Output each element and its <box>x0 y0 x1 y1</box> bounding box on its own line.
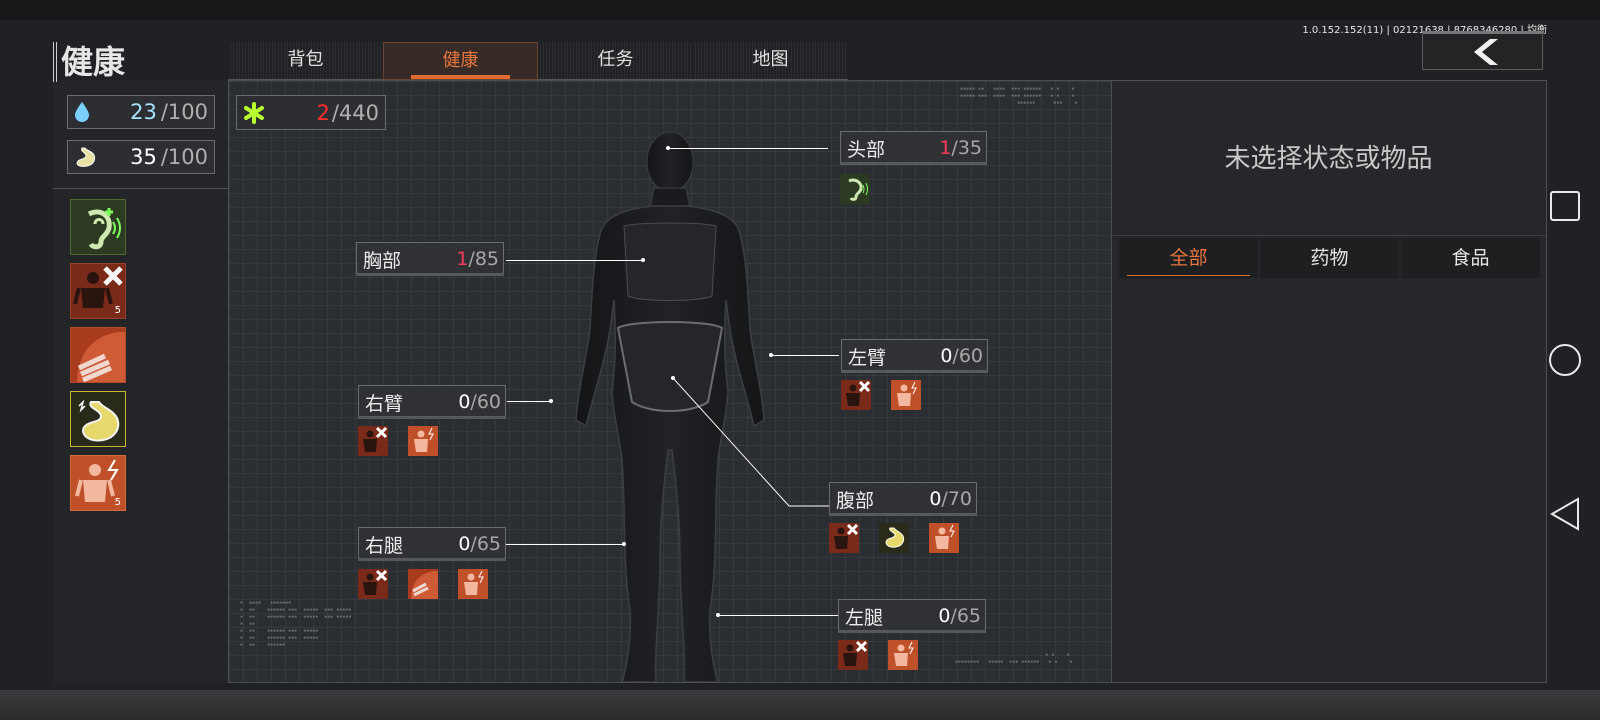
part-left-leg-name: 左腿 <box>845 606 884 629</box>
triangle-back-icon <box>1550 497 1579 531</box>
hud-readout-corner: ▪ ▪ ▪ ▪▪▪▪▪▪▪▪ ▪▪▪▪▪ ▪▪▪ ▪▪▪▪▪▪ ▪ ▪ ▪ <box>955 652 1073 665</box>
right-leg-bandage-icon[interactable] <box>408 569 438 599</box>
water-drop-icon <box>75 102 89 122</box>
circle-icon <box>1549 344 1581 376</box>
bandage-icon <box>77 332 125 382</box>
left-divider <box>53 188 229 189</box>
part-left-leg-max: /65 <box>950 605 981 627</box>
right-leg-fracture-icon[interactable] <box>358 569 388 599</box>
filter-all[interactable]: 全部 <box>1119 238 1258 278</box>
part-right-leg-max: /65 <box>470 533 501 555</box>
stomach-nausea-icon[interactable] <box>879 523 909 553</box>
part-stomach-current: 0 <box>929 488 942 510</box>
part-stomach-max: /70 <box>941 488 972 510</box>
total-health-value: 2 <box>316 100 330 125</box>
bottom-strip <box>0 690 1600 720</box>
left-arm-line <box>771 355 839 356</box>
part-right-arm-name: 右臂 <box>365 392 404 415</box>
right-arm-line <box>507 401 551 402</box>
system-back-button[interactable] <box>1547 496 1583 532</box>
status-bandage[interactable] <box>70 327 126 383</box>
part-right-leg-name: 右腿 <box>365 534 404 557</box>
part-head-current: 1 <box>939 137 952 159</box>
part-right-leg[interactable]: 右腿 0/65 <box>358 527 506 561</box>
filter-tabs: 全部 药物 食品 <box>1119 238 1540 278</box>
right-arm-fracture-icon[interactable] <box>358 426 388 456</box>
left-leg-fracture-icon[interactable] <box>838 640 868 670</box>
part-left-arm-max: /60 <box>952 345 983 367</box>
hydration-value: 23 <box>130 100 157 124</box>
part-left-leg[interactable]: 左腿 0/65 <box>838 599 986 633</box>
part-left-leg-current: 0 <box>938 605 951 627</box>
recent-apps-button[interactable] <box>1547 188 1583 224</box>
stomach-line <box>673 378 831 507</box>
status-nausea[interactable] <box>70 391 126 447</box>
health-cross-icon <box>244 101 264 124</box>
tab-inventory[interactable]: 背包 <box>228 42 383 80</box>
page-title: 健康 <box>53 42 125 82</box>
right-arm-pain-icon[interactable] <box>408 426 438 456</box>
right-leg-line <box>506 544 624 545</box>
empty-selection-text: 未选择状态或物品 <box>1224 144 1433 174</box>
part-chest-current: 1 <box>456 248 469 270</box>
detail-separator <box>1111 235 1546 236</box>
left-leg-pain-icon[interactable] <box>888 640 918 670</box>
left-arm-pain-icon[interactable] <box>891 380 921 410</box>
back-button[interactable] <box>1422 31 1543 70</box>
energy-max: /100 <box>160 145 208 169</box>
part-chest[interactable]: 胸部 1/85 <box>356 242 504 276</box>
part-left-arm[interactable]: 左臂 0/60 <box>841 339 988 373</box>
part-left-arm-name: 左臂 <box>848 346 887 369</box>
status-pain[interactable]: 5 <box>70 455 126 511</box>
head-line <box>670 148 828 149</box>
part-right-arm-current: 0 <box>458 391 471 413</box>
energy-value: 35 <box>130 145 157 169</box>
left-leg-line <box>718 615 838 616</box>
pain-count: 5 <box>114 497 121 508</box>
main-tabs: 背包 健康 任务 地图 <box>228 42 848 80</box>
total-health-max: /440 <box>331 100 379 125</box>
chevron-left-icon <box>1473 38 1498 65</box>
filter-food[interactable]: 食品 <box>1401 238 1540 278</box>
nausea-icon <box>78 399 120 442</box>
part-left-arm-current: 0 <box>940 345 953 367</box>
stomach-icon <box>76 147 96 167</box>
hud-readout-bottom: ▪ ▪▪▪▪ ▪▪▪▪▪▪▪ ▪ ▪▪ ▪▪▪▪▪▪ ▪▪▪ ▪▪▪▪▪ ▪▪▪… <box>240 600 352 648</box>
head-tinnitus-icon[interactable] <box>840 174 870 204</box>
square-icon <box>1550 191 1580 221</box>
tab-quests[interactable]: 任务 <box>538 42 693 80</box>
filter-medicine[interactable]: 药物 <box>1260 238 1399 278</box>
top-bar <box>0 0 1600 20</box>
tinnitus-icon <box>87 208 121 250</box>
part-stomach[interactable]: 腹部 0/70 <box>829 482 977 516</box>
stomach-fracture-icon[interactable] <box>829 523 859 553</box>
part-head-max: /35 <box>951 137 982 159</box>
home-button[interactable] <box>1547 342 1583 378</box>
part-chest-name: 胸部 <box>363 249 402 272</box>
total-health: 2 /440 <box>236 95 386 130</box>
part-right-leg-current: 0 <box>458 533 471 555</box>
status-fracture[interactable]: 5 <box>70 263 126 319</box>
hud-readout-top: ▪▪▪▪▪ ▪▪ ▪▪▪▪ ▪▪▪ ▪▪▪▪▪▪ ▪ ▪ ▪ ▪▪▪▪▪ ▪▪▪… <box>960 86 1078 106</box>
right-leg-pain-icon[interactable] <box>458 569 488 599</box>
hydration-max: /100 <box>160 100 208 124</box>
part-head[interactable]: 头部 1/35 <box>840 131 987 165</box>
part-right-arm[interactable]: 右臂 0/60 <box>358 385 506 419</box>
energy-stat: 35 /100 <box>67 140 215 174</box>
part-stomach-name: 腹部 <box>836 489 875 512</box>
chest-line <box>506 260 643 261</box>
tab-health[interactable]: 健康 <box>383 42 538 80</box>
fracture-count: 5 <box>114 305 121 316</box>
part-right-arm-max: /60 <box>470 391 501 413</box>
status-tinnitus[interactable] <box>70 199 126 255</box>
tab-map[interactable]: 地图 <box>693 42 848 80</box>
left-arm-fracture-icon[interactable] <box>841 380 871 410</box>
hydration-stat: 23 /100 <box>67 95 215 129</box>
stomach-pain-icon[interactable] <box>929 523 959 553</box>
part-chest-max: /85 <box>468 248 499 270</box>
part-head-name: 头部 <box>847 138 886 161</box>
